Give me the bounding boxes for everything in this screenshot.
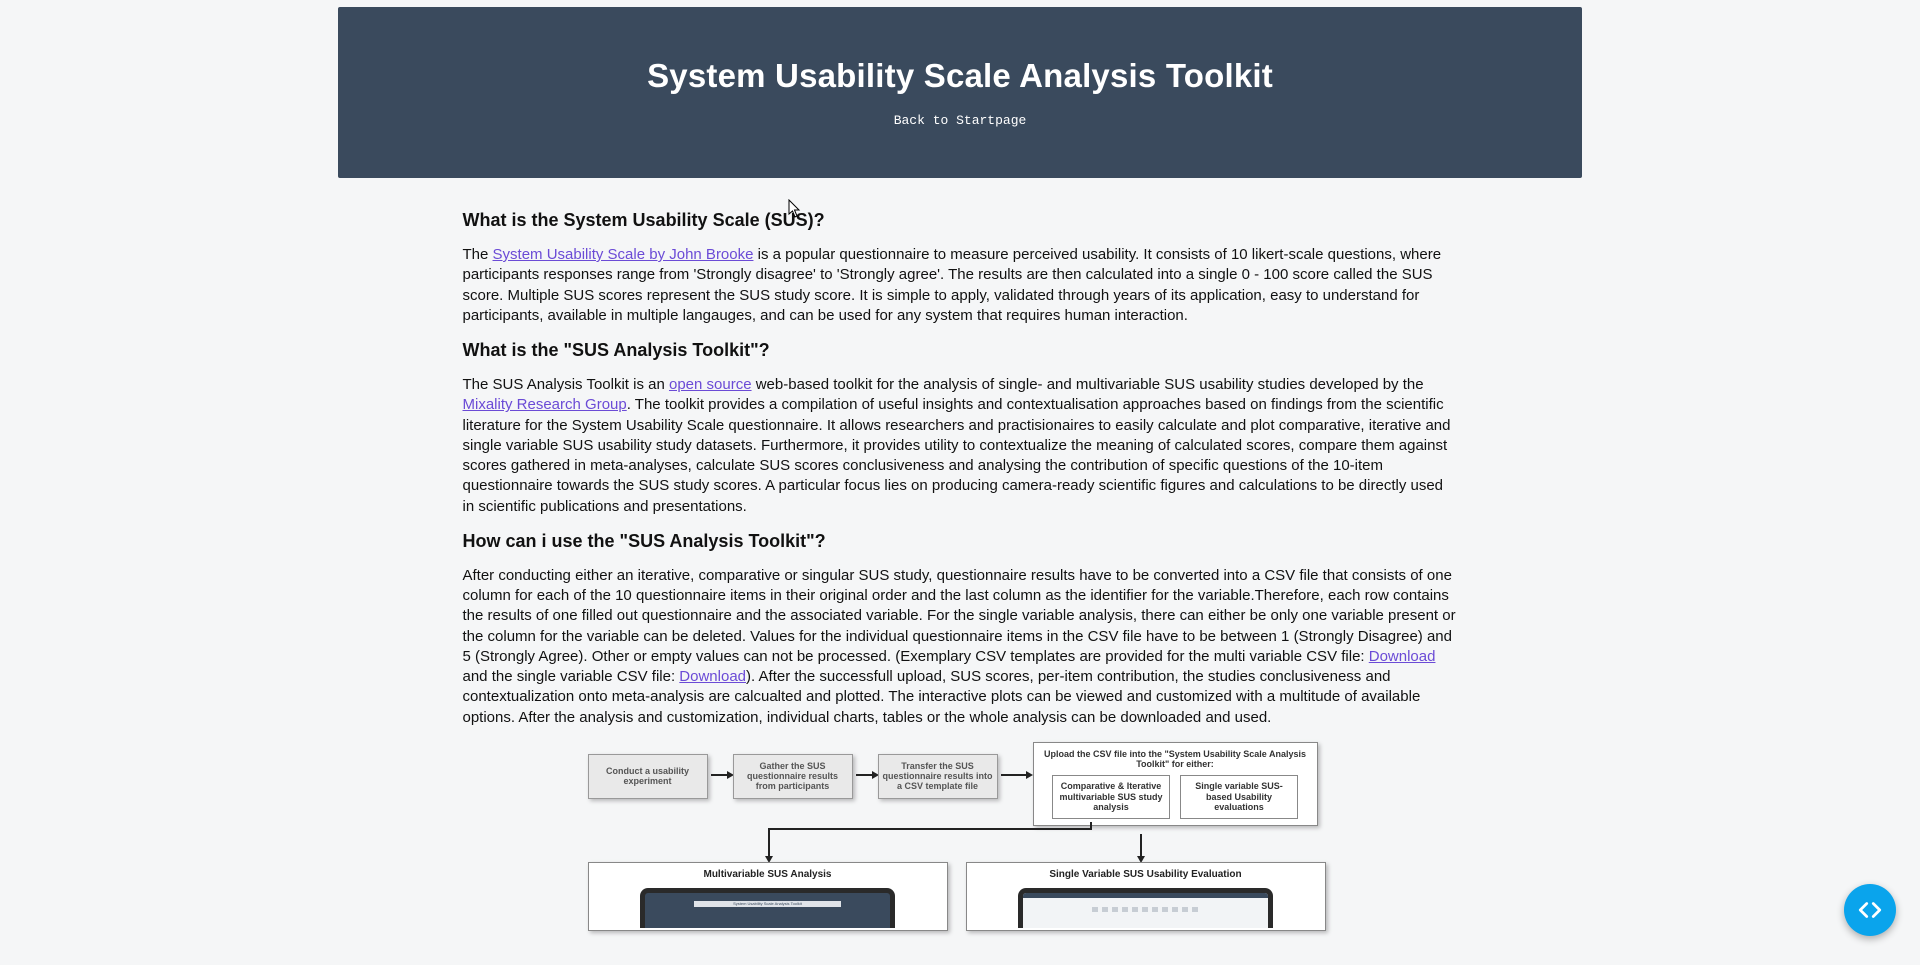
- arrow-down-icon: [768, 828, 770, 858]
- text: . The toolkit provides a compilation of …: [463, 396, 1451, 514]
- section-heading-sus: What is the System Usability Scale (SUS)…: [463, 210, 1458, 231]
- diagram-option-singlevariable: Single variable SUS-based Usability eval…: [1180, 775, 1298, 819]
- section-heading-howto: How can i use the "SUS Analysis Toolkit"…: [463, 531, 1458, 552]
- text: The SUS Analysis Toolkit is an: [463, 376, 669, 393]
- diagram-panel-multivariable: Multivariable SUS Analysis System Usabil…: [588, 862, 948, 931]
- code-icon: [1857, 897, 1883, 923]
- workflow-diagram: Conduct a usability experiment Gather th…: [588, 742, 1328, 962]
- diagram-upload-box: Upload the CSV file into the "System Usa…: [1033, 742, 1318, 826]
- connector-line: [1090, 822, 1092, 830]
- main-content: What is the System Usability Scale (SUS)…: [463, 178, 1458, 962]
- page-title: System Usability Scale Analysis Toolkit: [647, 57, 1273, 95]
- paragraph-howto: After conducting either an iterative, co…: [463, 566, 1458, 728]
- link-download-single[interactable]: Download: [679, 668, 746, 685]
- diagram-panel-title-left: Multivariable SUS Analysis: [595, 869, 941, 880]
- back-to-startpage-link[interactable]: Back to Startpage: [894, 113, 1027, 128]
- mini-screen-content: [1092, 907, 1200, 912]
- text: and the single variable CSV file:: [463, 668, 680, 685]
- diagram-step-1: Conduct a usability experiment: [588, 754, 708, 799]
- diagram-panel-title-right: Single Variable SUS Usability Evaluation: [973, 869, 1319, 880]
- mini-screen-titlebar: System Usability Scale Analysis Toolkit: [694, 901, 841, 907]
- diagram-step-2: Gather the SUS questionnaire results fro…: [733, 754, 853, 799]
- section-heading-toolkit: What is the "SUS Analysis Toolkit"?: [463, 340, 1458, 361]
- mini-screenshot-left: System Usability Scale Analysis Toolkit: [640, 888, 895, 928]
- text: web-based toolkit for the analysis of si…: [752, 376, 1424, 393]
- hero-banner: System Usability Scale Analysis Toolkit …: [338, 7, 1582, 178]
- text: After conducting either an iterative, co…: [463, 567, 1456, 665]
- arrow-icon: [1001, 774, 1028, 776]
- arrow-icon: [856, 774, 874, 776]
- arrow-down-icon: [1140, 834, 1142, 858]
- link-download-multi[interactable]: Download: [1369, 648, 1436, 665]
- link-open-source[interactable]: open source: [669, 376, 752, 393]
- link-mixality[interactable]: Mixality Research Group: [463, 396, 627, 413]
- paragraph-toolkit: The SUS Analysis Toolkit is an open sour…: [463, 375, 1458, 517]
- code-fab-button[interactable]: [1844, 884, 1896, 936]
- diagram-option-multivariable: Comparative & Iterative multivariable SU…: [1052, 775, 1170, 819]
- mini-screenshot-right: [1018, 888, 1273, 928]
- connector-line: [768, 828, 1090, 830]
- arrow-icon: [711, 774, 729, 776]
- mini-screen-topbar: [1023, 893, 1268, 898]
- diagram-step-3: Transfer the SUS questionnaire results i…: [878, 754, 998, 799]
- paragraph-sus: The System Usability Scale by John Brook…: [463, 245, 1458, 326]
- text: The: [463, 246, 493, 263]
- link-sus-brooke[interactable]: System Usability Scale by John Brooke: [493, 246, 754, 263]
- diagram-panel-singlevariable: Single Variable SUS Usability Evaluation: [966, 862, 1326, 931]
- diagram-upload-title: Upload the CSV file into the "System Usa…: [1040, 749, 1311, 769]
